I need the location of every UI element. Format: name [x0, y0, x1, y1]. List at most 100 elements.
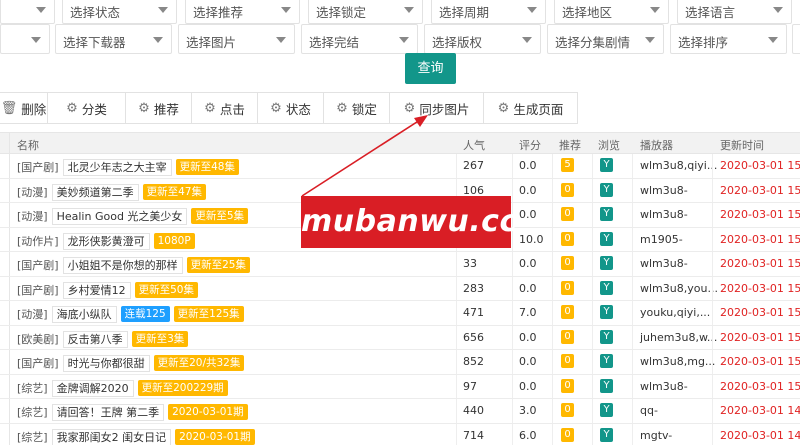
gen-page-button[interactable]: ⚙ 生成页面 — [484, 93, 577, 123]
browse-badge[interactable]: Y — [600, 207, 613, 221]
recommend-badge[interactable]: 0 — [561, 403, 574, 417]
row-select-edge[interactable] — [0, 399, 10, 423]
recommend-badge[interactable]: 0 — [561, 354, 574, 368]
filter-image-select[interactable]: 选择图片 — [178, 24, 295, 54]
table-row[interactable]: [综艺] 我家那闺女2 闺女日记 2020-03-01期 714 6.0 0 Ymgtv- 2… — [0, 423, 800, 445]
title-link[interactable]: 北灵少年志之大主宰 — [62, 159, 172, 176]
table-row[interactable]: [综艺] 请回答！王牌 第二季 2020-03-01期 440 3.0 0 Yqq- 2020… — [0, 399, 800, 424]
row-select-edge[interactable] — [0, 227, 10, 251]
column-divider — [552, 350, 553, 374]
table-row[interactable]: [欧美剧] 反击第八季 更新至3集 656 0.0 0 Yjuhem3u8,w... 2020… — [0, 325, 800, 350]
recommend-badge[interactable]: 0 — [561, 378, 574, 393]
row-select-edge[interactable] — [0, 203, 10, 227]
delete-button[interactable]: 🗑 删除 — [0, 93, 48, 123]
hits-button[interactable]: ⚙ 点击 — [192, 93, 258, 123]
table-row[interactable]: [国产剧] 时光与你都很甜 更新至20/共32集 852 0.0 0 Ywlm3u8,mg.… — [0, 350, 800, 375]
recommend-button[interactable]: ⚙ 推荐 — [126, 93, 192, 123]
name-cell: [国产剧] 乡村爱情12 更新至50集 — [17, 281, 198, 299]
row-select-edge[interactable] — [0, 325, 10, 349]
gear-icon: ⚙ — [336, 100, 348, 116]
filter-lock-select[interactable]: 选择锁定 — [308, 0, 423, 24]
filter-recommend-select[interactable]: 选择推荐 — [185, 0, 300, 24]
browse-badge[interactable]: Y — [600, 329, 613, 344]
filter-downloader-select[interactable]: 选择下载器 — [55, 24, 172, 54]
table-row[interactable]: [国产剧] 小姐姐不是你想的那样 更新至25集 33 0.0 0 Ywlm3u8- 2020-… — [0, 252, 800, 277]
category-button[interactable]: ⚙ 分类 — [48, 93, 126, 123]
row-select-edge[interactable] — [0, 301, 10, 325]
popularity-value: 283 — [463, 281, 484, 295]
filter-finished-select[interactable]: 选择完结 — [301, 24, 418, 54]
recommend-badge[interactable]: 0 — [561, 280, 574, 295]
title-link[interactable]: 龙形侠影黄澄可 — [62, 232, 150, 250]
filter-status-select[interactable]: 选择状态 — [62, 0, 177, 24]
row-select-edge[interactable] — [0, 423, 10, 445]
status-badge: 更新至5集 — [191, 208, 249, 224]
player-value: wlm3u8- — [640, 208, 688, 221]
row-select-edge[interactable] — [0, 374, 10, 398]
sync-pic-button[interactable]: ⚙ 同步图片 — [390, 93, 484, 123]
browse-badge[interactable]: Y — [600, 256, 613, 270]
column-divider — [456, 276, 457, 300]
title-link[interactable]: 小姐姐不是你想的那样 — [62, 257, 183, 274]
player-value: wlm3u8,you... — [640, 281, 718, 295]
query-button[interactable]: 查询 — [405, 53, 456, 84]
gear-icon: ⚙ — [403, 100, 416, 116]
recommend-badge[interactable]: 0 — [561, 207, 574, 221]
filter-select-0[interactable] — [0, 0, 55, 24]
gear-icon: ⚙ — [66, 100, 78, 116]
header-recommend: 推荐 — [559, 139, 581, 152]
column-divider — [512, 325, 513, 349]
recommend-badge[interactable]: 0 — [561, 329, 574, 344]
title-link[interactable]: 我家那闺女2 闺女日记 — [51, 428, 172, 445]
filter-period-select[interactable]: 选择周期 — [431, 0, 546, 24]
title-link[interactable]: 反击第八季 — [62, 330, 128, 348]
score-value: 6.0 — [519, 428, 537, 442]
column-divider — [512, 374, 513, 398]
column-divider — [512, 350, 513, 374]
filter-episode-plot-select[interactable]: 选择分集剧情 — [547, 24, 664, 54]
title-link[interactable]: 海底小纵队 — [51, 306, 117, 323]
recommend-badge[interactable]: 0 — [561, 182, 574, 197]
column-divider — [512, 276, 513, 300]
title-link[interactable]: 请回答！王牌 第二季 — [51, 404, 165, 421]
title-link[interactable]: 美妙频道第二季 — [51, 183, 139, 201]
filter-sort-select[interactable]: 选择排序 — [670, 24, 787, 54]
title-link[interactable]: Healin Good 光之美少女 — [51, 208, 188, 225]
row-select-edge[interactable] — [0, 350, 10, 374]
row-select-edge[interactable] — [0, 252, 10, 276]
filter-select-extra[interactable] — [792, 24, 800, 54]
filter-select-1[interactable] — [0, 24, 50, 54]
recommend-badge[interactable]: 0 — [561, 427, 574, 442]
recommend-badge[interactable]: 0 — [561, 256, 574, 270]
browse-badge[interactable]: Y — [600, 231, 613, 246]
row-select-edge[interactable] — [0, 154, 10, 178]
title-link[interactable]: 乡村爱情12 — [62, 281, 131, 299]
filter-language-select[interactable]: 选择语言 — [677, 0, 792, 24]
browse-badge[interactable]: Y — [600, 403, 613, 417]
recommend-badge[interactable]: 0 — [561, 305, 574, 319]
table-row[interactable]: [国产剧] 乡村爱情12 更新至50集 283 0.0 0 Ywlm3u8,you... 20… — [0, 276, 800, 301]
header-name: 名称 — [17, 139, 39, 152]
browse-badge[interactable]: Y — [600, 354, 613, 368]
browse-badge[interactable]: Y — [600, 378, 613, 393]
status-button[interactable]: ⚙ 状态 — [258, 93, 324, 123]
filter-copyright-select[interactable]: 选择版权 — [424, 24, 541, 54]
table-row[interactable]: [国产剧] 北灵少年志之大主宰 更新至48集 267 0.0 5 Ywlm3u8,qiyi.… — [0, 154, 800, 179]
table-row[interactable]: [动漫] 海底小纵队 连载125 更新至125集 471 7.0 0 Yyouku,qiyi,… — [0, 301, 800, 326]
score-value: 0.0 — [519, 208, 537, 221]
browse-badge[interactable]: Y — [600, 280, 613, 295]
name-cell: [动漫] 海底小纵队 连载125 更新至125集 — [17, 306, 244, 323]
title-link[interactable]: 时光与你都很甜 — [62, 355, 150, 372]
lock-button[interactable]: ⚙ 锁定 — [324, 93, 390, 123]
recommend-badge[interactable]: 5 — [561, 158, 574, 172]
browse-badge[interactable]: Y — [600, 182, 613, 197]
browse-badge[interactable]: Y — [600, 305, 613, 319]
row-select-edge[interactable] — [0, 276, 10, 300]
table-row[interactable]: [综艺] 金牌调解2020 更新至200229期 97 0.0 0 Ywlm3u8- 2020… — [0, 374, 800, 399]
title-link[interactable]: 金牌调解2020 — [51, 379, 134, 397]
browse-badge[interactable]: Y — [600, 427, 613, 442]
browse-badge[interactable]: Y — [600, 158, 613, 172]
filter-region-select[interactable]: 选择地区 — [554, 0, 669, 24]
row-select-edge[interactable] — [0, 178, 10, 202]
recommend-badge[interactable]: 0 — [561, 231, 574, 246]
